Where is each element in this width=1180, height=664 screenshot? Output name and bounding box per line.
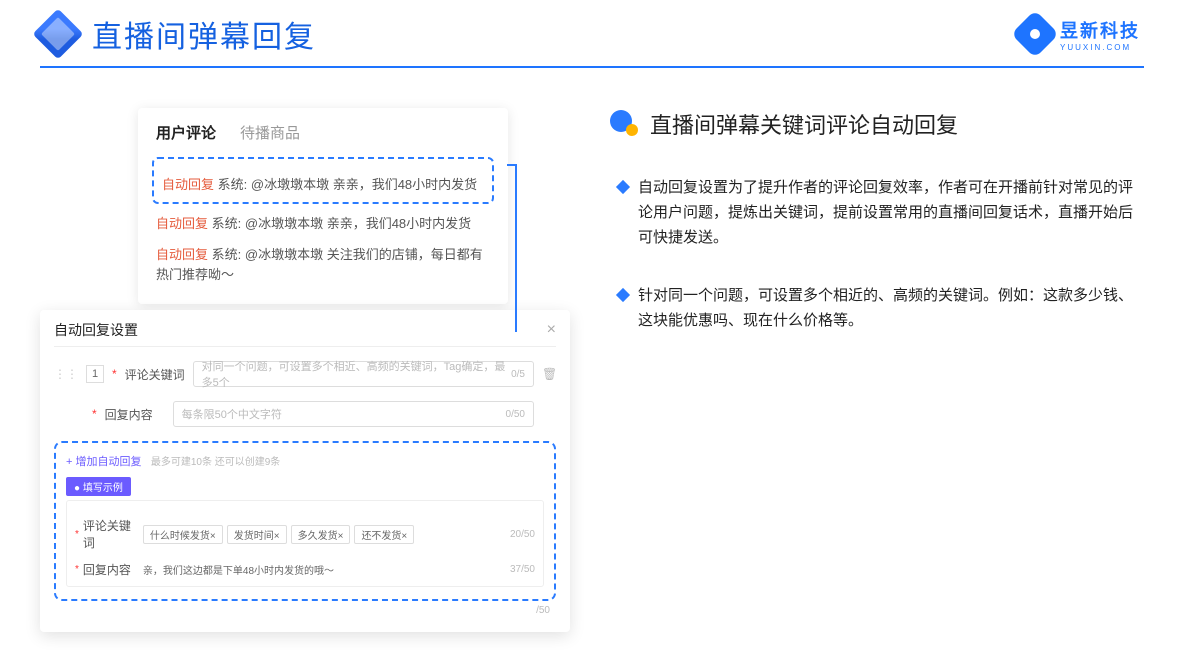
- example-keyword-count: 20/50: [510, 529, 535, 540]
- auto-reply-badge: 自动回复: [156, 216, 208, 231]
- section-title: 直播间弹幕关键词评论自动回复: [650, 108, 958, 140]
- highlighted-message: 自动回复 系统: @冰墩墩本墩 亲亲，我们48小时内发货: [152, 157, 494, 204]
- system-label: 系统:: [212, 247, 242, 262]
- comments-panel: 用户评论 待播商品 自动回复 系统: @冰墩墩本墩 亲亲，我们48小时内发货 自…: [138, 108, 508, 304]
- required-dot: *: [112, 367, 117, 381]
- add-auto-reply-link[interactable]: + 增加自动回复: [66, 456, 141, 468]
- brand-icon: [1011, 10, 1059, 58]
- system-label: 系统:: [212, 216, 242, 231]
- message-text-1: @冰墩墩本墩 亲亲，我们48小时内发货: [251, 177, 477, 192]
- tab-pending-goods[interactable]: 待播商品: [240, 122, 300, 143]
- close-icon[interactable]: ×: [547, 321, 556, 339]
- auto-reply-settings-dialog: 自动回复设置 × ⋮⋮ 1 * 评论关键词 对同一个问题，可设置多个相近、高频的…: [40, 310, 570, 632]
- right-description: 直播间弹幕关键词评论自动回复 自动回复设置为了提升作者的评论回复效率，作者可在开…: [610, 98, 1140, 368]
- content-placeholder: 每条限50个中文字符: [182, 406, 282, 422]
- chat-bubble-icon: [610, 110, 638, 138]
- example-content: 亲，我们这边都是下单48小时内发货的哦～: [143, 562, 334, 577]
- auto-reply-badge: 自动回复: [162, 177, 214, 192]
- header-divider: [40, 66, 1144, 68]
- bullet-diamond-icon: [616, 180, 630, 194]
- cube-icon: [33, 9, 84, 60]
- drag-handle-icon[interactable]: ⋮⋮: [54, 367, 78, 381]
- keyword-input[interactable]: 对同一个问题，可设置多个相近、高频的关键词，Tag确定，最多5个 0/5: [193, 361, 534, 387]
- header: 直播间弹幕回复 昱新科技 YUUXIN.COM: [0, 0, 1180, 56]
- message-text-2: @冰墩墩本墩 亲亲，我们48小时内发货: [245, 216, 471, 231]
- brand-domain: YUUXIN.COM: [1060, 43, 1140, 52]
- bullet-text-1: 自动回复设置为了提升作者的评论回复效率，作者可在开播前针对常见的评论用户问题，提…: [638, 176, 1140, 250]
- example-tag[interactable]: 发货时间×: [227, 525, 287, 544]
- example-content-count: 37/50: [510, 564, 535, 575]
- content-input[interactable]: 每条限50个中文字符 0/50: [173, 401, 534, 427]
- left-mock-area: 用户评论 待播商品 自动回复 系统: @冰墩墩本墩 亲亲，我们48小时内发货 自…: [40, 98, 570, 368]
- page-title: 直播间弹幕回复: [92, 12, 316, 56]
- rule-index: 1: [86, 365, 104, 383]
- example-section: + 增加自动回复 最多可建10条 还可以创建9条 ● 填写示例 * 评论关键词 …: [54, 441, 556, 601]
- required-dot: *: [92, 407, 97, 421]
- ex-label-content: 回复内容: [83, 561, 139, 578]
- content-count: 0/50: [506, 409, 525, 420]
- bullet-diamond-icon: [616, 288, 630, 302]
- keyword-count: 0/5: [511, 369, 525, 380]
- example-badge: ● 填写示例: [66, 477, 131, 496]
- ex-label-keyword: 评论关键词: [83, 517, 139, 551]
- add-hint: 最多可建10条 还可以创建9条: [151, 457, 280, 468]
- trash-icon[interactable]: 🗑: [542, 367, 556, 381]
- bullet-text-2: 针对同一个问题，可设置多个相近的、高频的关键词。例如：这款多少钱、这块能优惠吗、…: [638, 284, 1140, 334]
- system-label: 系统:: [218, 177, 248, 192]
- outer-count: /50: [54, 605, 556, 616]
- example-tag[interactable]: 多久发货×: [291, 525, 351, 544]
- label-content: 回复内容: [105, 406, 165, 423]
- brand-logo: 昱新科技 YUUXIN.COM: [1018, 17, 1140, 52]
- label-keyword: 评论关键词: [125, 366, 185, 383]
- example-tag[interactable]: 什么时候发货×: [143, 525, 223, 544]
- example-tag[interactable]: 还不发货×: [354, 525, 414, 544]
- dialog-title: 自动回复设置: [54, 320, 138, 340]
- auto-reply-badge: 自动回复: [156, 247, 208, 262]
- brand-name: 昱新科技: [1060, 17, 1140, 43]
- tab-user-comments[interactable]: 用户评论: [156, 122, 216, 143]
- keyword-placeholder: 对同一个问题，可设置多个相近、高频的关键词，Tag确定，最多5个: [202, 358, 511, 390]
